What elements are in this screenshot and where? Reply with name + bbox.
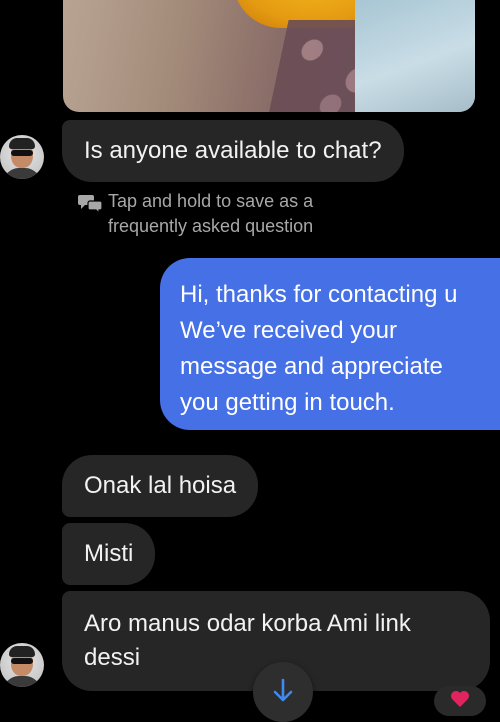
avatar-shirt xyxy=(3,676,41,687)
message-text-line: Hi, thanks for contacting u xyxy=(180,281,458,308)
sender-avatar[interactable] xyxy=(0,643,44,687)
chat-bubbles-icon xyxy=(78,195,103,213)
message-bubble-incoming[interactable]: Is anyone available to chat? xyxy=(62,120,404,182)
message-text: Is anyone available to chat? xyxy=(84,137,382,164)
arrow-down-icon xyxy=(273,678,293,702)
faq-hint: Tap and hold to save as a frequently ask… xyxy=(78,189,378,239)
message-bubble-outgoing[interactable]: Hi, thanks for contacting u We’ve receiv… xyxy=(160,258,500,430)
image-attachment[interactable] xyxy=(63,0,475,112)
message-text: Misti xyxy=(84,540,134,567)
message-text: Onak lal hoisa xyxy=(84,472,237,499)
scroll-to-bottom-button[interactable] xyxy=(253,662,313,722)
photo-sheet xyxy=(355,0,475,112)
avatar-hair xyxy=(9,138,35,149)
sender-avatar[interactable] xyxy=(0,135,44,179)
avatar-shirt xyxy=(3,168,41,179)
avatar-hair xyxy=(9,646,35,657)
message-text-line: you getting in touch. xyxy=(180,389,395,416)
message-text: Aro manus odar korba Ami link dessi xyxy=(84,610,411,671)
avatar-glasses xyxy=(11,658,33,664)
message-bubble-incoming[interactable]: Onak lal hoisa xyxy=(62,455,259,517)
message-text-line: message and appreciate xyxy=(180,353,443,380)
message-text-line: We’ve received your xyxy=(180,317,397,344)
avatar-glasses xyxy=(11,150,33,156)
message-bubble-incoming[interactable]: Misti xyxy=(62,523,156,585)
faq-hint-text: Tap and hold to save as a frequently ask… xyxy=(108,191,314,236)
reaction-badge[interactable] xyxy=(434,686,486,716)
heart-icon xyxy=(451,691,469,707)
